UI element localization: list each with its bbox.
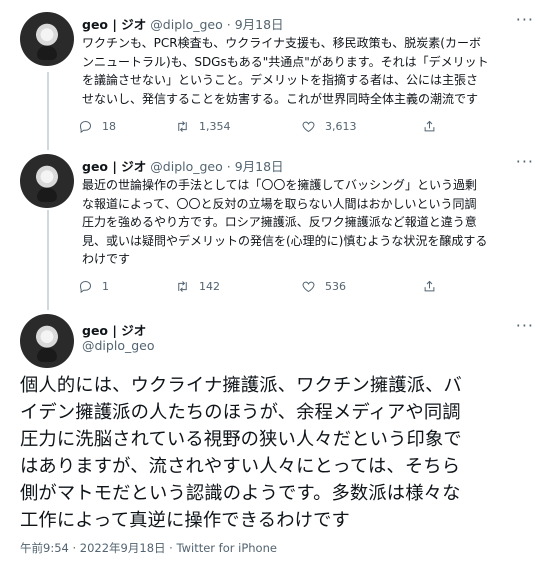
tweet-2[interactable]: geo | ジオ @diplo_geo · 9月18日 ··· 最近の世論操作の…	[0, 148, 554, 308]
like-count: 3,613	[325, 119, 357, 133]
tweet-date[interactable]: 9月18日	[235, 159, 284, 174]
share-icon	[424, 120, 435, 131]
tweet-actions: 1 142 536	[78, 276, 452, 296]
avatar[interactable]	[20, 154, 74, 208]
retweet-icon	[178, 120, 187, 132]
tweet-header: geo | ジオ @diplo_geo · 9月18日	[82, 14, 284, 33]
tweet-1[interactable]: geo | ジオ @diplo_geo · 9月18日 ··· ワクチンも、PC…	[0, 0, 554, 150]
share-button[interactable]	[422, 279, 452, 294]
more-icon[interactable]: ···	[516, 152, 534, 171]
tweet-actions: 18 1,354 3,613	[78, 116, 452, 136]
avatar[interactable]	[20, 314, 74, 368]
like-button[interactable]: 536	[301, 279, 422, 294]
separator: ·	[222, 17, 235, 32]
retweet-icon	[178, 280, 187, 292]
author-name[interactable]: geo | ジオ	[82, 320, 146, 339]
author-handle[interactable]: @diplo_geo	[150, 17, 223, 32]
reply-count: 1	[102, 279, 109, 293]
retweet-button[interactable]: 142	[175, 279, 301, 294]
author-name[interactable]: geo | ジオ	[82, 17, 146, 32]
author-name[interactable]: geo | ジオ	[82, 159, 146, 174]
like-icon	[302, 121, 315, 132]
more-icon[interactable]: ···	[516, 316, 534, 335]
reply-icon	[79, 120, 92, 133]
reply-button[interactable]: 18	[78, 119, 175, 134]
tweet-date[interactable]: 9月18日	[235, 17, 284, 32]
author-handle[interactable]: @diplo_geo	[150, 159, 223, 174]
like-count: 536	[325, 279, 346, 293]
tweet-text: ワクチンも、PCR検査も、ウクライナ支援も、移民政策も、脱炭素(カーボ ンニュー…	[82, 36, 489, 106]
tweet-text: 最近の世論操作の手法としては「〇〇を擁護してバッシング」という過剰 な報道によっ…	[82, 178, 488, 266]
share-icon	[424, 280, 435, 291]
retweet-button[interactable]: 1,354	[175, 119, 301, 134]
tweet-header: geo | ジオ @diplo_geo · 9月18日	[82, 156, 284, 175]
more-icon[interactable]: ···	[516, 10, 534, 29]
reply-button[interactable]: 1	[78, 279, 175, 294]
main-tweet-text: 個人的には、ウクライナ擁護派、ワクチン擁護派、バ イデン擁護派の人たちのほうが、…	[20, 375, 462, 531]
author-handle[interactable]: @diplo_geo	[82, 338, 155, 353]
share-button[interactable]	[422, 119, 452, 134]
reply-icon	[79, 280, 92, 293]
tweet-timestamp[interactable]: 午前9:54 · 2022年9月18日 · Twitter for iPhone	[20, 540, 277, 556]
reply-count: 18	[102, 119, 116, 133]
like-button[interactable]: 3,613	[301, 119, 422, 134]
retweet-count: 1,354	[199, 119, 231, 133]
separator: ·	[222, 159, 235, 174]
like-icon	[302, 281, 315, 292]
avatar[interactable]	[20, 12, 74, 66]
retweet-count: 142	[199, 279, 220, 293]
